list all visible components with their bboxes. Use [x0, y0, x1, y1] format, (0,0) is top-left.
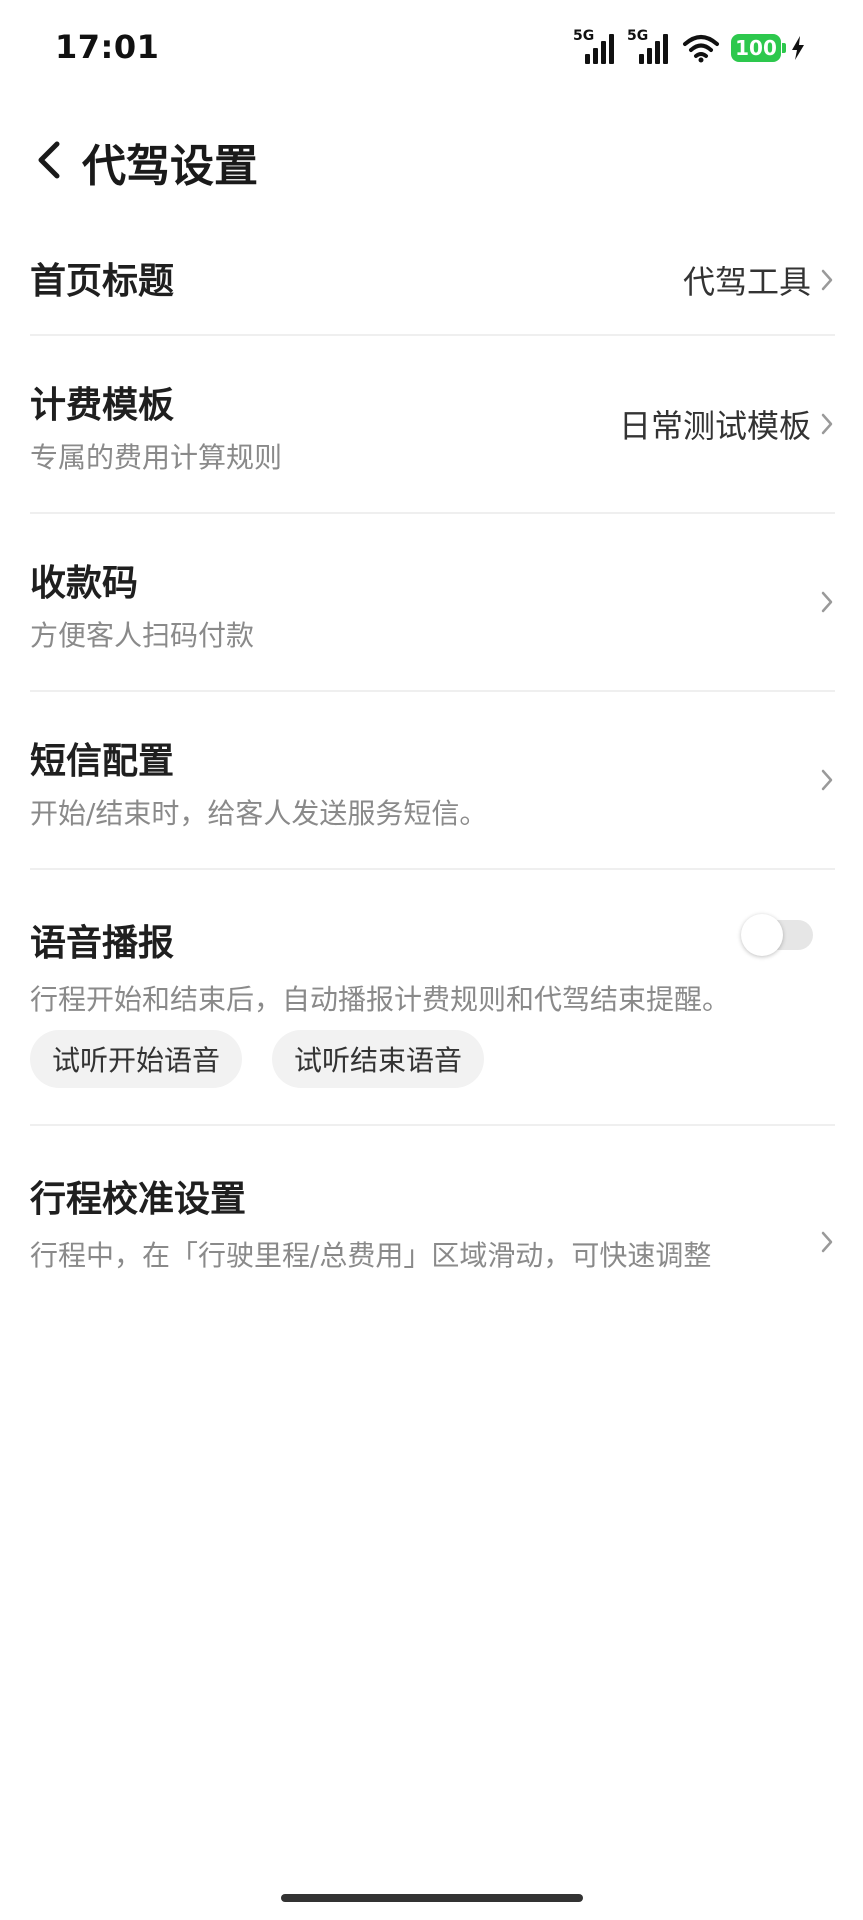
signal-5g-icon: 5G [627, 28, 671, 66]
setting-right [819, 1214, 835, 1270]
setting-title: 计费模板 [30, 385, 175, 426]
chevron-left-icon [38, 141, 60, 179]
setting-title: 首页标题 [30, 261, 175, 302]
voice-preview-chips: 试听开始语音 试听结束语音 [30, 1030, 485, 1088]
setting-right [819, 574, 835, 630]
setting-payment-code[interactable]: 收款码 方便客人扫码付款 [30, 514, 835, 692]
toggle-knob [741, 914, 783, 956]
signal-5g-icon: 5G [573, 28, 617, 66]
setting-right: 代驾工具 [683, 252, 835, 308]
status-bar: 17:01 5G 5G 100 [0, 0, 863, 100]
setting-value: 代驾工具 [682, 263, 811, 301]
chevron-right-icon [819, 268, 835, 292]
setting-description: 行程开始和结束后，自动播报计费规则和代驾结束提醒。 [30, 983, 731, 1016]
signal-label: 5G [573, 28, 595, 44]
status-icons: 5G 5G 100 [573, 28, 805, 66]
setting-billing-template[interactable]: 计费模板 专属的费用计算规则 日常测试模板 [30, 336, 835, 514]
setting-trip-calibration[interactable]: 行程校准设置 行程中，在「行驶里程/总费用」区域滑动，可快速调整 [30, 1126, 835, 1304]
setting-value: 日常测试模板 [618, 407, 811, 445]
chevron-right-icon [819, 590, 835, 614]
charging-bolt-icon [792, 36, 804, 60]
setting-home-title[interactable]: 首页标题 代驾工具 [30, 222, 835, 336]
back-button[interactable] [28, 132, 68, 188]
setting-description: 专属的费用计算规则 [30, 441, 283, 474]
voice-broadcast-toggle[interactable] [741, 914, 813, 956]
home-indicator[interactable] [281, 1894, 583, 1902]
setting-right [819, 752, 835, 808]
setting-title: 语音播报 [30, 923, 175, 964]
page-header: 代驾设置 [0, 120, 863, 200]
page-title: 代驾设置 [82, 141, 258, 192]
settings-list: 首页标题 代驾工具 计费模板 专属的费用计算规则 日常测试模板 收款码 方便客人… [30, 222, 835, 1304]
setting-title: 行程校准设置 [30, 1179, 247, 1220]
setting-description: 行程中，在「行驶里程/总费用」区域滑动，可快速调整 [30, 1239, 712, 1272]
setting-title: 短信配置 [30, 741, 175, 782]
preview-start-voice-button[interactable]: 试听开始语音 [30, 1030, 243, 1088]
setting-title: 收款码 [30, 563, 139, 604]
battery-icon: 100 [731, 34, 786, 62]
setting-description: 开始/结束时，给客人发送服务短信。 [30, 797, 488, 830]
setting-sms-config[interactable]: 短信配置 开始/结束时，给客人发送服务短信。 [30, 692, 835, 870]
wifi-icon [683, 35, 719, 63]
preview-end-voice-button[interactable]: 试听结束语音 [272, 1030, 485, 1088]
chevron-right-icon [819, 1230, 835, 1254]
setting-right: 日常测试模板 [619, 396, 835, 452]
status-time: 17:01 [55, 28, 160, 66]
setting-voice-broadcast: 语音播报 行程开始和结束后，自动播报计费规则和代驾结束提醒。 试听开始语音 试听… [30, 870, 835, 1126]
signal-label: 5G [627, 28, 649, 44]
chevron-right-icon [819, 768, 835, 792]
setting-description: 方便客人扫码付款 [30, 619, 255, 652]
chevron-right-icon [819, 412, 835, 436]
